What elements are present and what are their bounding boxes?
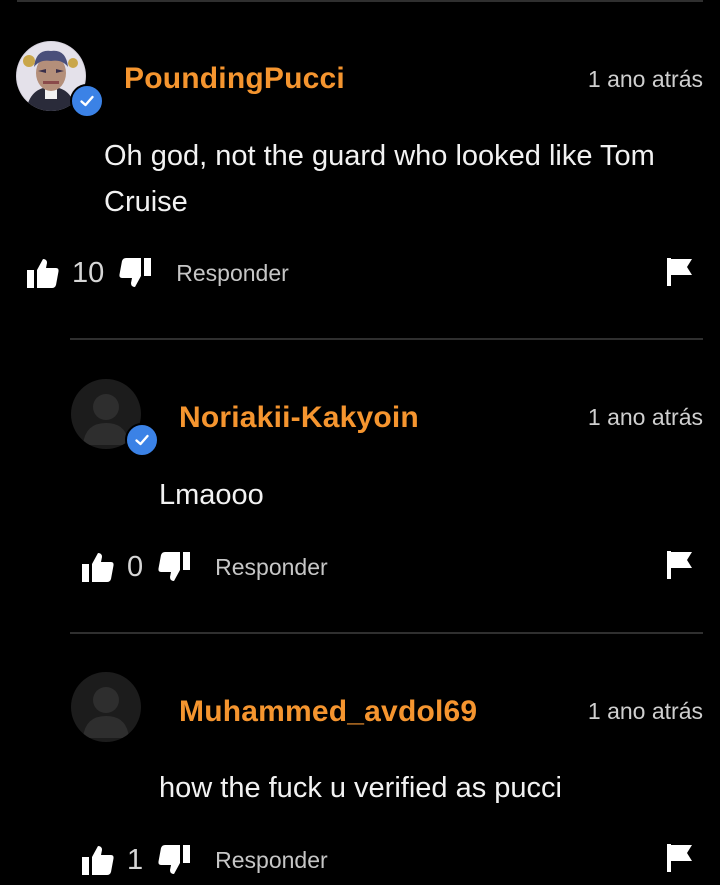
- reply-button[interactable]: Responder: [215, 847, 328, 874]
- user-silhouette-icon: [83, 687, 129, 738]
- thumbs-down-icon[interactable]: [118, 257, 152, 289]
- reply-button[interactable]: Responder: [215, 554, 328, 581]
- comment-timestamp: 1 ano atrás: [587, 404, 703, 430]
- thumbs-up-icon[interactable]: [81, 551, 115, 583]
- flag-icon[interactable]: [666, 843, 694, 878]
- thumbs-up-icon[interactable]: [26, 257, 60, 289]
- verified-badge-icon: [125, 423, 159, 457]
- comment-actions: 10 Responder: [26, 253, 289, 293]
- flag-icon[interactable]: [666, 550, 694, 585]
- comment-username[interactable]: PoundingPucci: [124, 62, 345, 96]
- comment-text: Oh god, not the guard who looked like To…: [104, 140, 655, 218]
- comment-timestamp: 1 ano atrás: [587, 66, 703, 92]
- like-count: 0: [127, 550, 144, 583]
- thumbs-up-icon[interactable]: [81, 844, 115, 876]
- comment-actions: 0 Responder: [81, 547, 328, 587]
- comment: Muhammed_avdol69 1 ano atrás how the fuc…: [0, 634, 720, 885]
- comment-username[interactable]: Muhammed_avdol69: [179, 695, 477, 729]
- like-count: 1: [127, 843, 144, 876]
- comment-text: how the fuck u verified as pucci: [159, 772, 562, 804]
- like-count: 10: [72, 256, 105, 289]
- thumbs-down-icon[interactable]: [157, 844, 191, 876]
- comment-timestamp: 1 ano atrás: [587, 698, 703, 724]
- comment-actions: 1 Responder: [81, 840, 328, 880]
- thumbs-down-icon[interactable]: [157, 551, 191, 583]
- comment-text: Lmaooo: [159, 479, 264, 511]
- verified-badge-icon: [70, 84, 104, 118]
- comment-username[interactable]: Noriakii-Kakyoin: [179, 401, 419, 435]
- avatar[interactable]: [71, 672, 141, 742]
- comment: Noriakii-Kakyoin 1 ano atrás Lmaooo 0 Re…: [0, 340, 720, 632]
- flag-icon[interactable]: [666, 257, 694, 292]
- reply-button[interactable]: Responder: [176, 260, 289, 287]
- comment: PoundingPucci 1 ano atrás Oh god, not th…: [0, 0, 720, 340]
